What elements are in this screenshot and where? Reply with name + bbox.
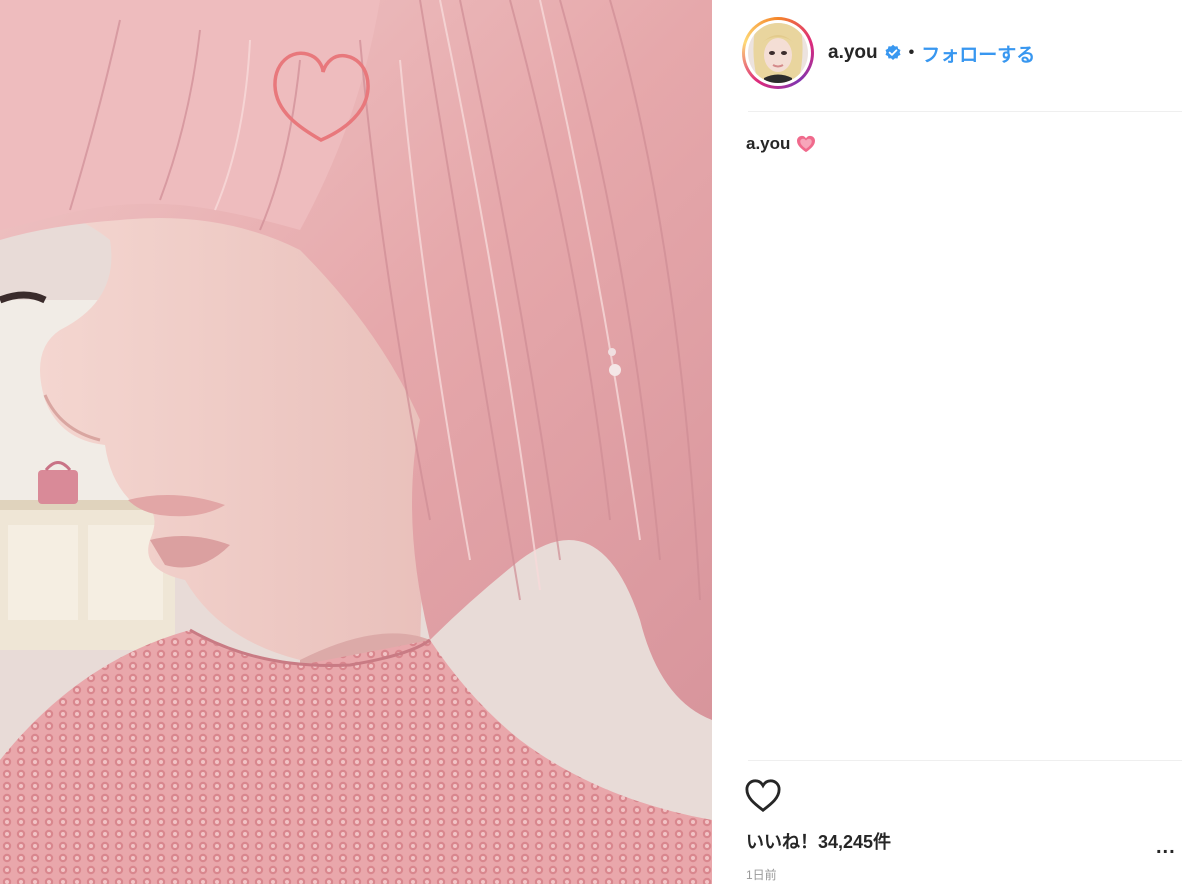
separator-dot: •: [908, 44, 915, 61]
header-divider: [748, 111, 1182, 112]
post-photo[interactable]: [0, 0, 712, 884]
post-side-panel: a.you • フォローする a.you いいね！34,245件 ... 1日前: [712, 0, 1200, 884]
follow-button[interactable]: フォローする: [921, 40, 1035, 67]
avatar-story-ring[interactable]: [742, 17, 814, 89]
post-photo-image: [0, 0, 712, 884]
pink-heart-emoji-icon: [797, 135, 816, 153]
post-caption: a.you: [746, 134, 816, 154]
caption-username-link[interactable]: a.you: [746, 134, 790, 154]
username-link[interactable]: a.you: [828, 42, 878, 64]
more-options-icon[interactable]: ...: [1156, 836, 1176, 859]
heart-outline-icon[interactable]: [744, 778, 782, 814]
actions-divider: [748, 760, 1182, 761]
post-header: a.you • フォローする: [742, 16, 1172, 90]
post-timestamp: 1日前: [746, 868, 777, 882]
likes-count[interactable]: いいね！34,245件: [746, 828, 891, 854]
avatar: [748, 23, 808, 83]
verified-badge-icon: [885, 44, 901, 61]
